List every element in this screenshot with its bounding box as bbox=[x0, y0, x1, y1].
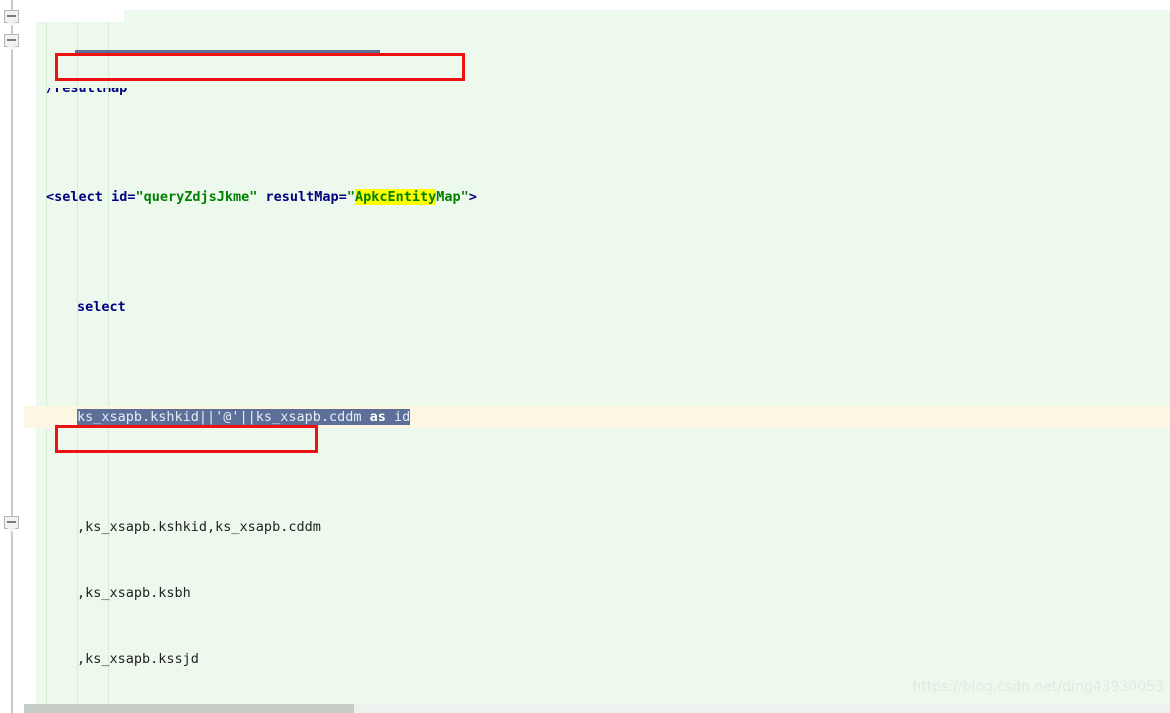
code-token-close-angle: > bbox=[468, 189, 477, 205]
fold-marker-subquery[interactable] bbox=[4, 516, 21, 535]
code-selection[interactable]: ks_xsapb.kshkid||'@'||ks_xsapb.cddm as i… bbox=[77, 409, 411, 425]
code-line-resultmap-close[interactable]: /resultMap bbox=[0, 88, 1170, 98]
code-token-quote-open: " bbox=[346, 189, 355, 205]
horizontal-scrollbar-thumb[interactable] bbox=[24, 704, 354, 713]
fold-marker-resultmap[interactable] bbox=[4, 10, 21, 29]
code-token-id-expr: ks_xsapb.kshkid||'@'||ks_xsapb.cddm bbox=[77, 409, 362, 425]
code-line-id-expression[interactable]: ks_xsapb.kshkid||'@'||ks_xsapb.cddm as i… bbox=[0, 406, 1170, 428]
code-line-col-kssjd[interactable]: ,ks_xsapb.kssjd bbox=[0, 648, 1170, 670]
minus-icon bbox=[7, 15, 16, 17]
fold-marker-select[interactable] bbox=[4, 34, 21, 53]
code-token-as: as bbox=[369, 409, 386, 425]
code-token-quote-close: " bbox=[460, 189, 469, 205]
fold-point-icon bbox=[7, 22, 16, 27]
code-token-alias-id: id bbox=[394, 409, 411, 425]
code-token-open-angle: < bbox=[46, 189, 55, 205]
fold-guide-line bbox=[11, 0, 13, 713]
minus-icon bbox=[7, 521, 16, 523]
code-line-col-ksbh[interactable]: ,ks_xsapb.ksbh bbox=[0, 582, 1170, 604]
horizontal-scrollbar-track[interactable] bbox=[24, 704, 1170, 713]
fold-point-icon bbox=[7, 528, 16, 533]
code-token-resultmap-highlight: ApkcEntity bbox=[354, 189, 437, 205]
code-token-eq2: = bbox=[338, 189, 347, 205]
code-token-columns: ,ks_xsapb.ksbh bbox=[77, 585, 191, 601]
editor-gutter[interactable] bbox=[0, 0, 24, 713]
code-token-tag-select: select bbox=[54, 189, 103, 205]
code-editor[interactable]: /resultMap <select id="queryZdjsJkme" re… bbox=[0, 0, 1170, 713]
code-token-columns: ,ks_xsapb.kshkid,ks_xsapb.cddm bbox=[77, 519, 321, 535]
code-token-columns: ,ks_xsapb.kssjd bbox=[77, 651, 199, 667]
fold-point-icon bbox=[7, 46, 16, 51]
code-content[interactable]: /resultMap <select id="queryZdjsJkme" re… bbox=[0, 0, 1170, 713]
minus-icon bbox=[7, 39, 16, 41]
code-token-id-value: "queryZdjsJkme" bbox=[135, 189, 258, 205]
code-line-select-keyword[interactable]: select bbox=[0, 296, 1170, 318]
code-token-resultmap-rest: Map bbox=[436, 189, 461, 205]
code-token-attr-id: id bbox=[111, 189, 128, 205]
code-line-select-tag[interactable]: <select id="queryZdjsJkme" resultMap="Ap… bbox=[0, 186, 1170, 208]
code-token-resultmap-close: /resultMap bbox=[46, 88, 128, 96]
code-token-attr-resultmap: resultMap bbox=[265, 189, 339, 205]
code-line-col-kshkid-cddm[interactable]: ,ks_xsapb.kshkid,ks_xsapb.cddm bbox=[0, 516, 1170, 538]
code-token-select: select bbox=[77, 299, 126, 315]
